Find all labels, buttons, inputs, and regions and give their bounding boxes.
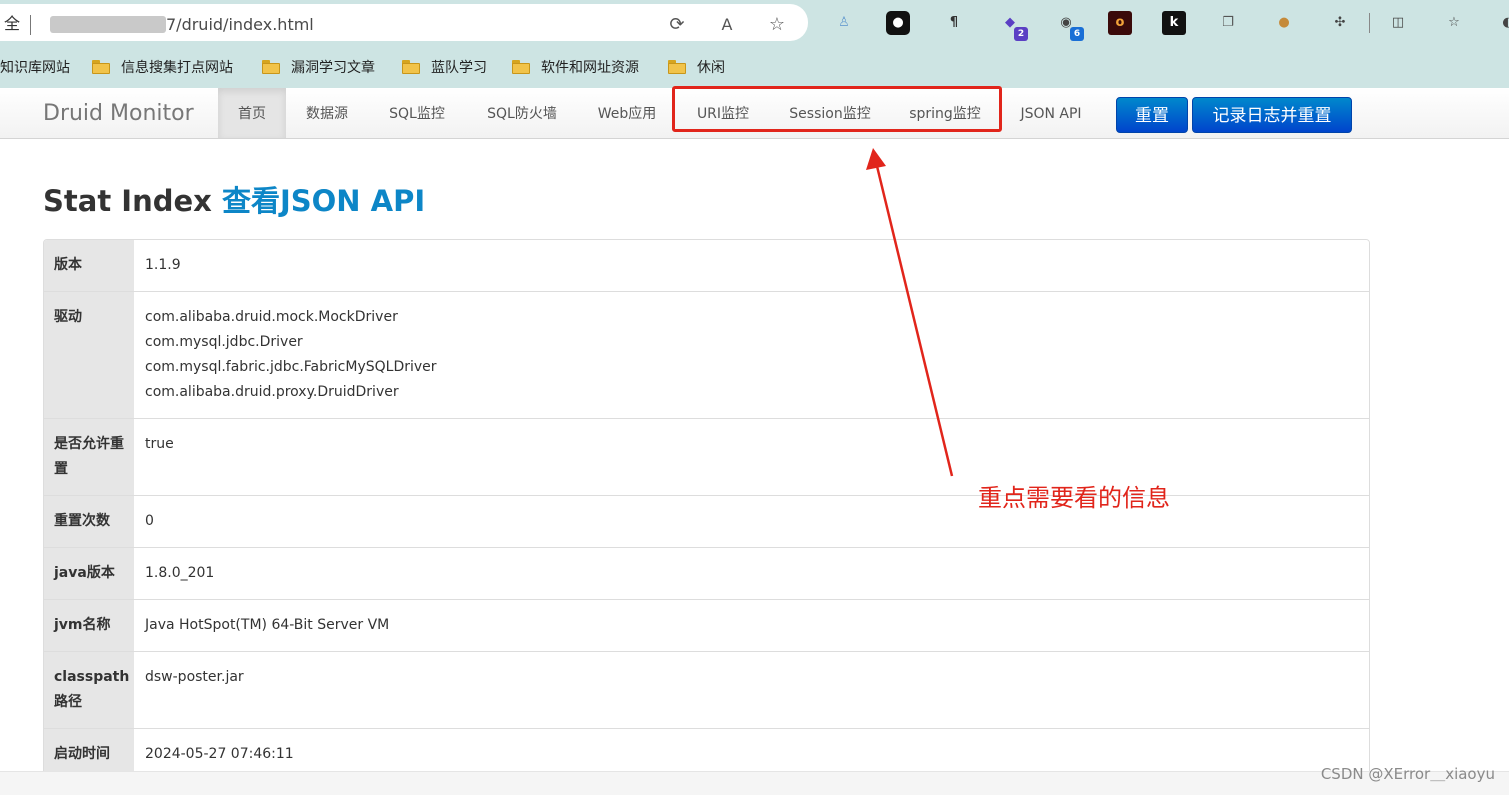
- extension-badge: 2: [1014, 27, 1028, 41]
- stat-value-line: 2024-05-27 07:46:11: [145, 746, 294, 762]
- folder-icon: [512, 60, 530, 74]
- nav-web-app[interactable]: Web应用: [578, 88, 676, 138]
- stat-value: 1.8.0_201: [134, 548, 1369, 599]
- stat-value-line: dsw-poster.jar: [145, 669, 244, 685]
- stat-label: 版本: [44, 240, 134, 291]
- stat-label: java版本: [44, 548, 134, 599]
- extensions-puzzle-icon[interactable]: ✣: [1328, 11, 1352, 35]
- stat-row: classpath路径 dsw-poster.jar: [44, 651, 1369, 728]
- folder-icon: [402, 60, 420, 74]
- security-indicator[interactable]: 全: [4, 15, 20, 33]
- bookmark-label: 软件和网址资源: [541, 60, 639, 76]
- bookmark-label: 蓝队学习: [431, 60, 487, 76]
- stat-label: 是否允许重置: [44, 419, 134, 495]
- stat-value-line: 0: [145, 513, 154, 529]
- bookmark-item[interactable]: 蓝队学习: [402, 58, 487, 76]
- bookmark-item[interactable]: 软件和网址资源: [512, 58, 639, 76]
- log-and-reset-button[interactable]: 记录日志并重置: [1192, 97, 1352, 133]
- bookmarks-bar: 知识库网站 信息搜集打点网站 漏洞学习文章 蓝队学习 软件和网址资源 休闲: [0, 46, 1509, 88]
- page-title: Stat Index 查看JSON API: [43, 183, 425, 219]
- nav-json-api[interactable]: JSON API: [998, 88, 1104, 138]
- stat-value-line: 1.1.9: [145, 257, 181, 273]
- stat-row: 驱动 com.alibaba.druid.mock.MockDriver com.m…: [44, 291, 1369, 418]
- refresh-icon[interactable]: ⟳: [666, 14, 688, 36]
- read-aloud-icon[interactable]: A: [716, 14, 738, 36]
- ext-cookie-icon[interactable]: ●: [1272, 11, 1296, 35]
- ext-copy-icon[interactable]: ❐: [1216, 11, 1240, 35]
- favorite-star-icon[interactable]: ☆: [766, 14, 788, 36]
- stat-value: 1.1.9: [134, 240, 1369, 291]
- stat-label: 驱动: [44, 292, 134, 418]
- address-bar[interactable]: 全 7/druid/index.html ⟳ A ☆: [0, 4, 808, 41]
- stat-row: 是否允许重置 true: [44, 418, 1369, 495]
- extension-badge: 6: [1070, 27, 1084, 41]
- favorites-icon[interactable]: ☆: [1442, 11, 1466, 35]
- annotation-text: 重点需要看的信息: [978, 484, 1170, 512]
- stat-table: 版本 1.1.9 驱动 com.alibaba.druid.mock.MockDriv…: [43, 239, 1370, 781]
- folder-icon: [668, 60, 686, 74]
- stat-row: 版本 1.1.9: [44, 240, 1369, 291]
- redacted-host: [50, 16, 166, 33]
- arrow-head: [866, 148, 886, 170]
- stat-label: jvm名称: [44, 600, 134, 651]
- address-separator: [30, 15, 31, 35]
- bookmark-item[interactable]: 知识库网站: [0, 58, 70, 76]
- ext-panda-icon[interactable]: ◉ 6: [1054, 11, 1084, 41]
- browser-toolbar: 全 7/druid/index.html ⟳ A ☆ ♙ ● ¶ ◆ 2 ◉ 6 o k ❐ ● ✣ ◫…: [0, 0, 1509, 46]
- bookmark-item[interactable]: 信息搜集打点网站: [92, 58, 233, 76]
- json-api-link[interactable]: 查看JSON API: [222, 184, 425, 218]
- stat-value: com.alibaba.druid.mock.MockDriver com.mys…: [134, 292, 1369, 418]
- ext-person-icon[interactable]: ♙: [832, 11, 856, 35]
- stat-value-line: com.alibaba.druid.mock.MockDriver: [145, 309, 398, 325]
- highlight-box: [672, 86, 1002, 132]
- folder-icon: [92, 60, 110, 74]
- stat-value-line: Java HotSpot(TM) 64-Bit Server VM: [145, 617, 390, 633]
- bookmark-item[interactable]: 休闲: [668, 58, 725, 76]
- bookmark-label: 知识库网站: [0, 60, 70, 76]
- stat-value-line: com.alibaba.druid.proxy.DruidDriver: [145, 384, 399, 400]
- bookmark-item[interactable]: 漏洞学习文章: [262, 58, 375, 76]
- stat-label: 重置次数: [44, 496, 134, 547]
- brand-title[interactable]: Druid Monitor: [43, 100, 194, 128]
- stat-value: dsw-poster.jar: [134, 652, 1369, 728]
- stat-row: java版本 1.8.0_201: [44, 547, 1369, 599]
- stat-value-line: 1.8.0_201: [145, 565, 215, 581]
- edge-icon[interactable]: ◐: [1496, 11, 1509, 35]
- reset-button[interactable]: 重置: [1116, 97, 1188, 133]
- stat-value: Java HotSpot(TM) 64-Bit Server VM: [134, 600, 1369, 651]
- page-title-text: Stat Index: [43, 184, 222, 218]
- stat-row: jvm名称 Java HotSpot(TM) 64-Bit Server VM: [44, 599, 1369, 651]
- bookmark-label: 信息搜集打点网站: [121, 60, 233, 76]
- nav-sql-firewall[interactable]: SQL防火墙: [466, 88, 578, 138]
- stat-value: true: [134, 419, 1369, 495]
- ext-cap-icon[interactable]: ◆ 2: [998, 11, 1028, 41]
- ext-mask-icon[interactable]: ●: [886, 11, 910, 35]
- bookmark-label: 漏洞学习文章: [291, 60, 375, 76]
- stat-label: classpath路径: [44, 652, 134, 728]
- split-screen-icon[interactable]: ◫: [1386, 11, 1410, 35]
- toolbar-divider: [1369, 13, 1370, 33]
- stat-row: 重置次数 0: [44, 495, 1369, 547]
- folder-icon: [262, 60, 280, 74]
- ext-k-icon[interactable]: k: [1162, 11, 1186, 35]
- nav-sql-monitor[interactable]: SQL监控: [368, 88, 466, 138]
- stat-value-line: true: [145, 436, 174, 452]
- bookmark-label: 休闲: [697, 60, 725, 76]
- stat-value-line: com.mysql.fabric.jdbc.FabricMySQLDriver: [145, 359, 437, 375]
- watermark: CSDN @XError＿xiaoyu: [1320, 765, 1495, 783]
- page-footer: [0, 771, 1509, 795]
- stat-value-line: com.mysql.jdbc.Driver: [145, 334, 303, 350]
- ext-o-icon[interactable]: o: [1108, 11, 1132, 35]
- stat-value: 0: [134, 496, 1369, 547]
- ext-paragraph-icon[interactable]: ¶: [942, 11, 966, 35]
- nav-datasource[interactable]: 数据源: [286, 88, 368, 138]
- nav-home[interactable]: 首页: [218, 88, 286, 138]
- url-text[interactable]: 7/druid/index.html: [166, 16, 314, 34]
